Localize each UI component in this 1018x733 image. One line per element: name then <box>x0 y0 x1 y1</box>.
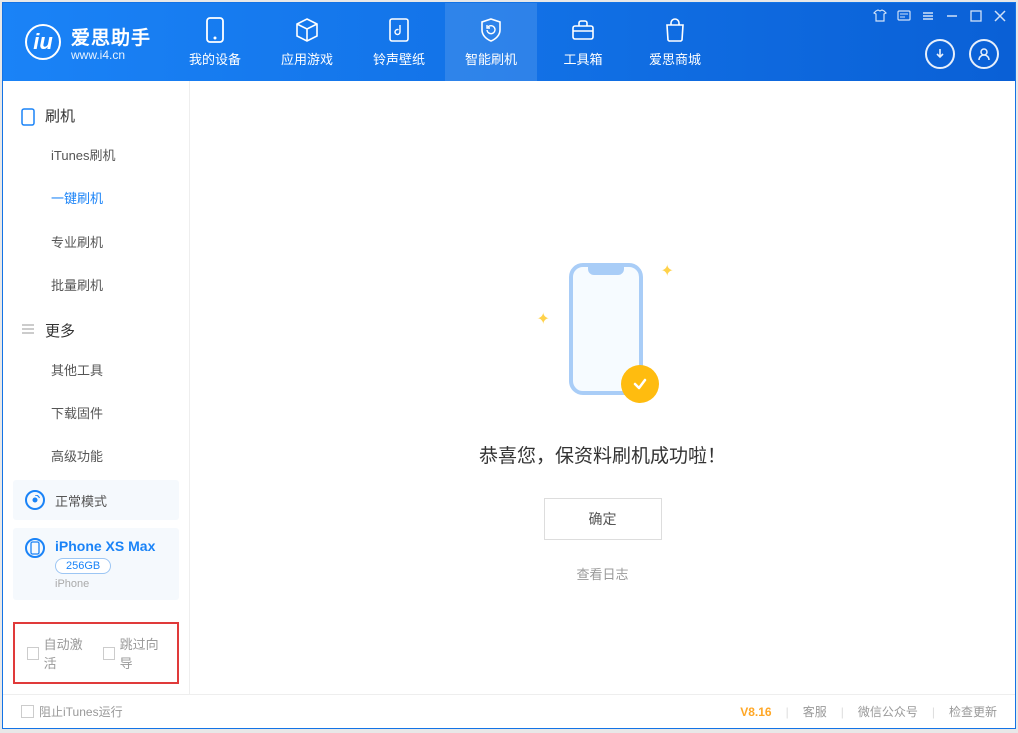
group-label: 刷机 <box>45 105 75 126</box>
checkbox-icon <box>21 705 34 718</box>
mode-card[interactable]: 正常模式 <box>13 480 179 520</box>
tab-label: 我的设备 <box>189 49 241 68</box>
tab-label: 智能刷机 <box>465 49 517 68</box>
brand-name: 爱思助手 <box>71 23 151 50</box>
music-file-icon <box>386 17 412 43</box>
window-controls <box>873 9 1007 26</box>
header-right-icons <box>925 39 999 69</box>
sidebar-group-more: 更多 <box>3 308 189 349</box>
body: 刷机 iTunes刷机 一键刷机 专业刷机 批量刷机 更多 其他工具 下载固件 … <box>3 81 1015 694</box>
version-label: V8.16 <box>740 705 771 719</box>
logo-text: 爱思助手 www.i4.cn <box>71 23 151 62</box>
tab-toolbox[interactable]: 工具箱 <box>537 3 629 81</box>
tab-my-device[interactable]: 我的设备 <box>169 3 261 81</box>
sparkle-icon: ✦ <box>537 309 547 319</box>
device-model: iPhone <box>55 578 155 590</box>
tab-apps-games[interactable]: 应用游戏 <box>261 3 353 81</box>
menu-icon[interactable] <box>921 9 935 26</box>
close-button[interactable] <box>993 9 1007 26</box>
tab-label: 应用游戏 <box>281 49 333 68</box>
logo-block: iu 爱思助手 www.i4.cn <box>3 3 169 81</box>
side-nav: 刷机 iTunes刷机 一键刷机 专业刷机 批量刷机 更多 其他工具 下载固件 … <box>3 81 189 472</box>
statusbar: 阻止iTunes运行 V8.16 | 客服 | 微信公众号 | 检查更新 <box>3 694 1015 728</box>
group-label: 更多 <box>45 320 75 341</box>
tab-label: 工具箱 <box>564 49 603 68</box>
check-badge-icon <box>621 365 659 403</box>
sidebar-item-onekey-flash[interactable]: 一键刷机 <box>3 177 189 220</box>
tshirt-icon[interactable] <box>873 9 887 26</box>
device-small-icon <box>25 538 45 558</box>
maximize-button[interactable] <box>969 9 983 26</box>
device-name: iPhone XS Max <box>55 538 155 554</box>
tab-label: 爱思商城 <box>649 49 701 68</box>
sidebar-item-pro-flash[interactable]: 专业刷机 <box>3 221 189 264</box>
checkbox-icon <box>27 647 39 660</box>
tab-ringtones-wallpapers[interactable]: 铃声壁纸 <box>353 3 445 81</box>
titlebar: iu 爱思助手 www.i4.cn 我的设备 应用游戏 <box>3 3 1015 81</box>
minimize-button[interactable] <box>945 9 959 26</box>
mode-icon <box>25 490 45 510</box>
user-button[interactable] <box>969 39 999 69</box>
toolbox-icon <box>570 17 596 43</box>
download-button[interactable] <box>925 39 955 69</box>
checkbox-label: 阻止iTunes运行 <box>39 703 123 720</box>
device-icon <box>202 17 228 43</box>
sparkle-icon: ✦ <box>661 261 671 271</box>
sidebar-item-advanced[interactable]: 高级功能 <box>3 435 189 472</box>
sidebar-item-other-tools[interactable]: 其他工具 <box>3 349 189 392</box>
checkbox-icon <box>103 647 115 660</box>
logo-icon: iu <box>25 24 61 60</box>
sidebar-item-itunes-flash[interactable]: iTunes刷机 <box>3 134 189 177</box>
app-window: iu 爱思助手 www.i4.cn 我的设备 应用游戏 <box>2 2 1016 729</box>
sidebar-item-download-firmware[interactable]: 下载固件 <box>3 392 189 435</box>
block-itunes-checkbox[interactable]: 阻止iTunes运行 <box>21 703 123 720</box>
tab-label: 铃声壁纸 <box>373 49 425 68</box>
wechat-link[interactable]: 微信公众号 <box>858 703 918 720</box>
sidebar-group-flash: 刷机 <box>3 93 189 134</box>
feedback-icon[interactable] <box>897 9 911 26</box>
list-icon <box>21 322 37 338</box>
nav-tabs: 我的设备 应用游戏 铃声壁纸 智能刷机 <box>169 3 721 81</box>
cube-icon <box>294 17 320 43</box>
view-log-link[interactable]: 查看日志 <box>576 564 628 583</box>
mode-label: 正常模式 <box>55 491 107 510</box>
device-info: iPhone XS Max 256GB iPhone <box>55 538 155 590</box>
phone-small-icon <box>21 108 37 124</box>
ok-button[interactable]: 确定 <box>544 498 662 540</box>
sidebar-item-batch-flash[interactable]: 批量刷机 <box>3 264 189 307</box>
skip-guide-checkbox[interactable]: 跳过向导 <box>103 634 165 672</box>
bottom-check-row: 自动激活 跳过向导 <box>13 622 179 684</box>
device-capacity: 256GB <box>55 558 111 574</box>
checkbox-label: 自动激活 <box>44 634 89 672</box>
success-illustration: ✦ ✦ <box>533 253 673 413</box>
device-boxes: 正常模式 iPhone XS Max 256GB iPhone <box>3 472 189 616</box>
brand-url: www.i4.cn <box>71 48 151 62</box>
auto-activate-checkbox[interactable]: 自动激活 <box>27 634 89 672</box>
shield-refresh-icon <box>478 17 504 43</box>
device-card[interactable]: iPhone XS Max 256GB iPhone <box>13 528 179 600</box>
customer-service-link[interactable]: 客服 <box>803 703 827 720</box>
tab-store[interactable]: 爱思商城 <box>629 3 721 81</box>
bag-icon <box>662 17 688 43</box>
tab-smart-flash[interactable]: 智能刷机 <box>445 3 537 81</box>
sidebar: 刷机 iTunes刷机 一键刷机 专业刷机 批量刷机 更多 其他工具 下载固件 … <box>3 81 190 694</box>
checkbox-label: 跳过向导 <box>120 634 165 672</box>
main-content: ✦ ✦ 恭喜您，保资料刷机成功啦！ 确定 查看日志 <box>190 81 1015 694</box>
check-update-link[interactable]: 检查更新 <box>949 703 997 720</box>
success-message: 恭喜您，保资料刷机成功啦！ <box>479 441 726 468</box>
